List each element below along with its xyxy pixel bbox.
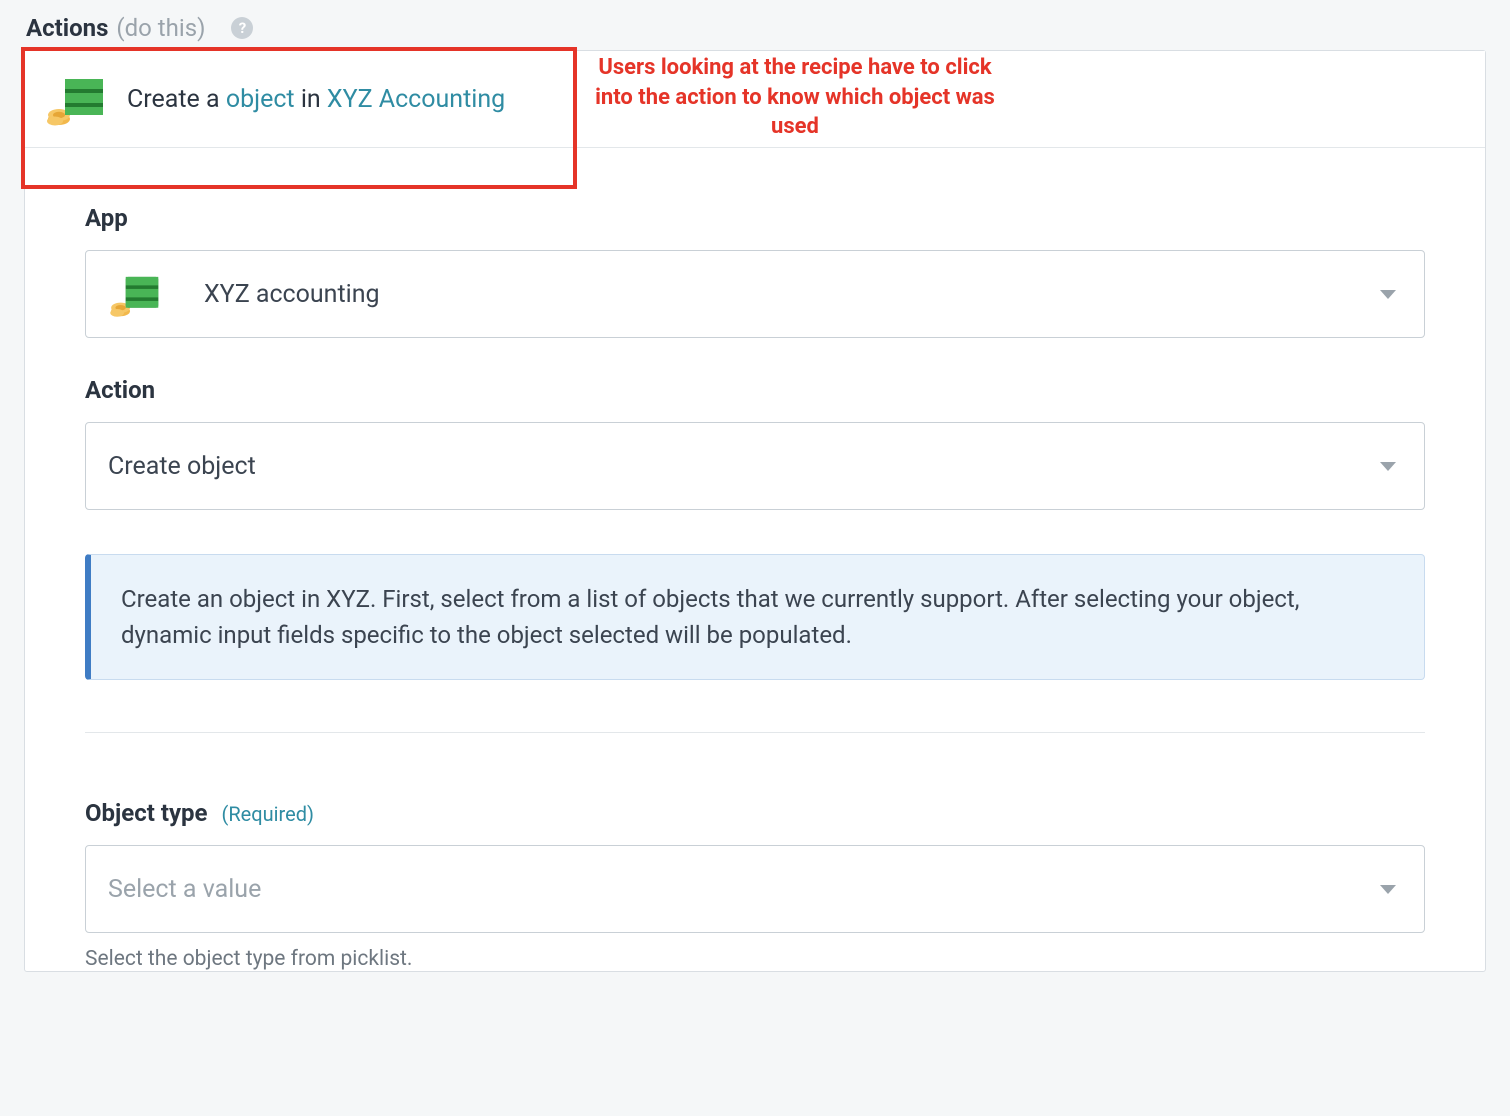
action-field: Action Create object [85, 376, 1425, 510]
chevron-down-icon [1380, 885, 1396, 894]
object-type-placeholder: Select a value [108, 875, 261, 904]
money-stack-icon [108, 270, 164, 318]
action-summary-text: Create a object in XYZ Accounting [127, 85, 505, 114]
object-type-select[interactable]: Select a value [85, 845, 1425, 933]
section-header: Actions (do this) ? [26, 14, 1486, 42]
app-field: App [85, 204, 1425, 338]
summary-prefix: Create a [127, 85, 226, 114]
section-title-sub: (do this) [116, 14, 205, 42]
section-title-main: Actions [26, 14, 108, 42]
app-label: App [85, 204, 1425, 232]
action-select-value: Create object [108, 452, 256, 481]
info-banner: Create an object in XYZ. First, select f… [85, 554, 1425, 680]
app-select-value: XYZ accounting [204, 280, 380, 309]
object-type-required: (Required) [222, 802, 314, 826]
action-label: Action [85, 376, 1425, 404]
object-type-label-main: Object type [85, 799, 208, 827]
summary-object-link: object [226, 85, 295, 114]
action-select[interactable]: Create object [85, 422, 1425, 510]
help-icon[interactable]: ? [231, 17, 253, 39]
chevron-down-icon [1380, 462, 1396, 471]
section-title: Actions (do this) [26, 14, 205, 42]
chevron-down-icon [1380, 290, 1396, 299]
money-stack-icon [45, 71, 109, 127]
app-select[interactable]: XYZ accounting [85, 250, 1425, 338]
summary-middle: in [295, 85, 327, 114]
action-card: Create a object in XYZ Accounting Users … [24, 50, 1486, 972]
object-type-helper: Select the object type from picklist. [85, 947, 1425, 971]
annotation-text: Users looking at the recipe have to clic… [595, 53, 995, 142]
summary-app-link: XYZ Accounting [327, 85, 505, 114]
object-type-label: Object type (Required) [85, 799, 1425, 827]
